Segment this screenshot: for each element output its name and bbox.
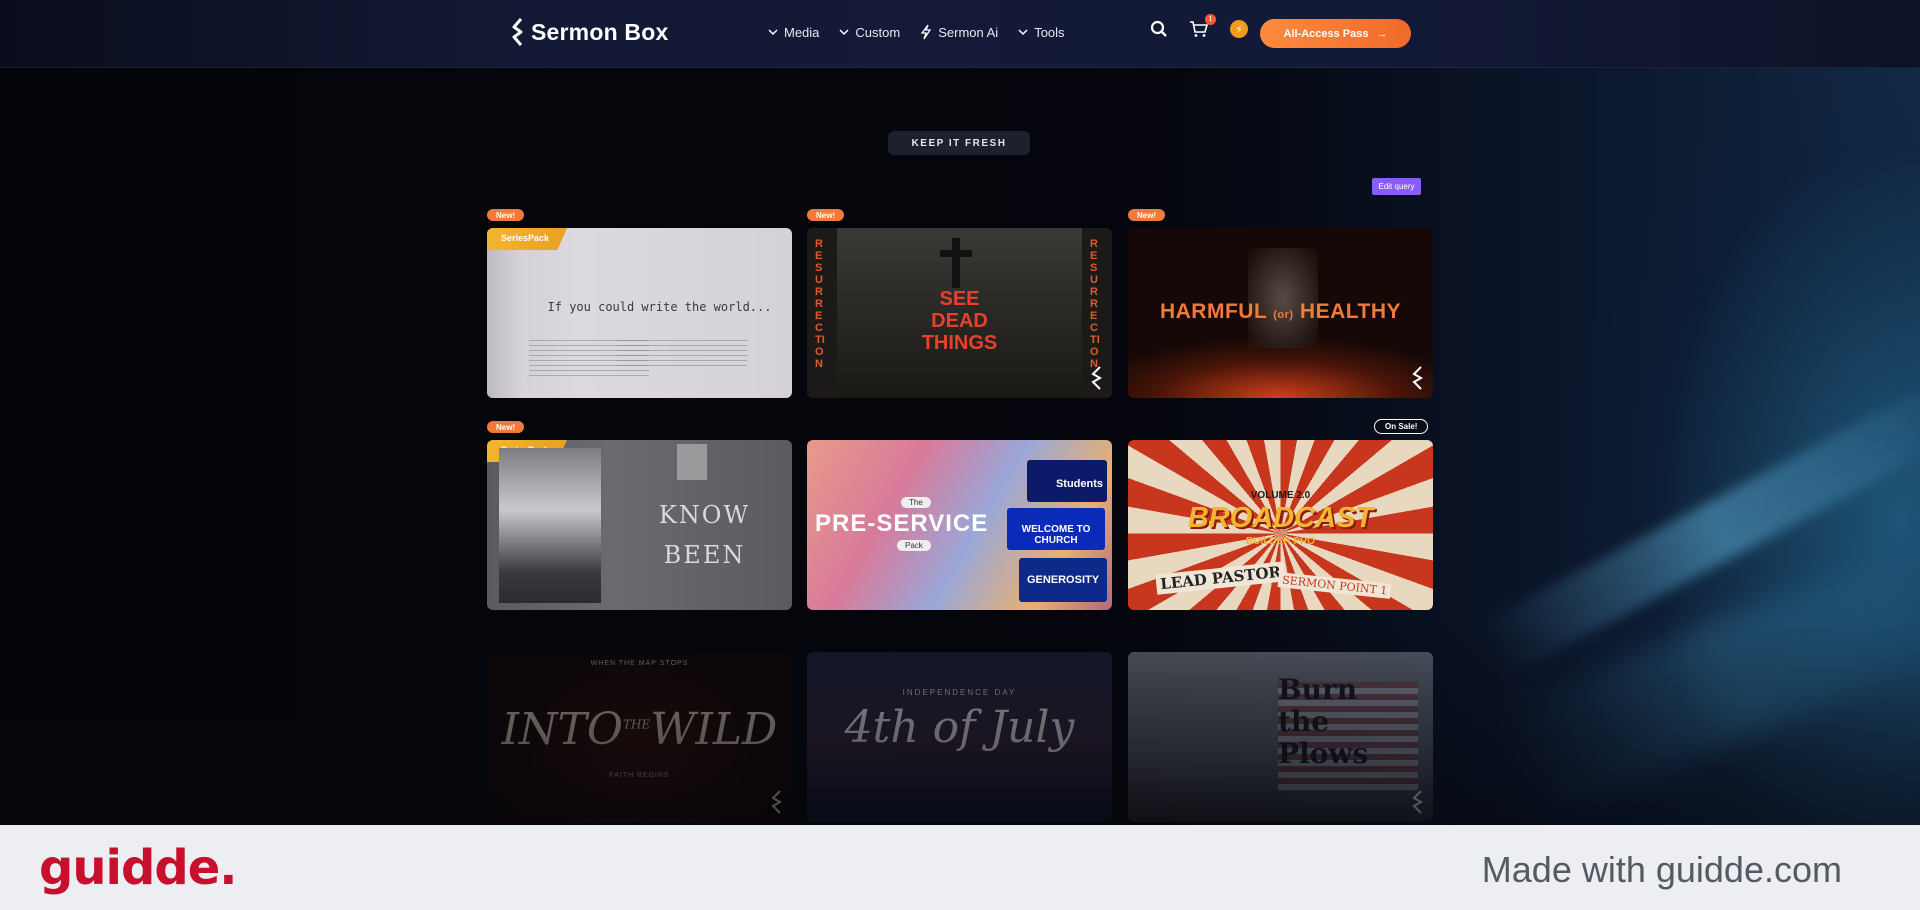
- title-line: KNOW: [658, 501, 751, 529]
- chevron-down-icon: [768, 29, 778, 36]
- card-title: INTOTHEWILD: [487, 704, 792, 755]
- lead-pastor-label: LEAD PASTOR: [1155, 561, 1286, 595]
- new-badge: New!: [807, 209, 845, 221]
- series-card[interactable]: WHEN THE MAP STOPS INTOTHEWILD FAITH BEG…: [487, 652, 792, 822]
- nav-custom[interactable]: Custom: [839, 25, 900, 40]
- all-access-pass-button[interactable]: All-Access Pass →: [1260, 19, 1411, 48]
- series-pack-label: SeriesPack: [501, 233, 550, 243]
- title-line: the: [1278, 705, 1330, 738]
- header-actions: 1 ⚡: [1148, 14, 1250, 40]
- title-small-bottom: Pack: [897, 540, 931, 551]
- title-part: HARMFUL: [1159, 300, 1267, 323]
- title-part: WILD: [650, 704, 778, 755]
- cross-icon: [952, 238, 960, 288]
- card-kicker: WHEN THE MAP STOPS: [590, 660, 689, 667]
- card-kicker: INDEPENDENCE DAY: [902, 688, 1017, 697]
- series-card[interactable]: INDEPENDENCE DAY 4th of July: [807, 652, 1112, 822]
- main-nav: Media Custom Sermon Ai Tools: [768, 24, 1065, 40]
- card-title-top: VOLUME 2.0: [1250, 490, 1311, 501]
- new-badge: New!: [487, 421, 525, 433]
- card-title: PRE-SERVICE: [815, 510, 989, 537]
- lightning-icon: [920, 24, 932, 40]
- coin-icon: ⚡: [1230, 20, 1248, 38]
- nav-sermon-ai-label: Sermon Ai: [938, 24, 999, 40]
- sermon-box-watermark-icon: [1412, 790, 1424, 814]
- title-part: INTO: [501, 704, 623, 755]
- page-background: Sermon Box Media Custom Sermon Ai Tools: [0, 0, 1920, 825]
- cart-count-badge: 1: [1205, 14, 1216, 25]
- cart-button[interactable]: 1: [1188, 14, 1216, 40]
- credits-button[interactable]: ⚡: [1228, 18, 1250, 40]
- brand-name: Sermon Box: [531, 18, 669, 45]
- series-card[interactable]: HARMFUL (or) HEALTHY: [1128, 228, 1433, 398]
- search-icon: [1150, 20, 1167, 37]
- sermon-box-watermark-icon: [1412, 366, 1424, 390]
- series-card[interactable]: SeriesPack KNOW BEEN: [487, 440, 792, 610]
- on-sale-badge: On Sale!: [1374, 419, 1429, 434]
- sermon-point-label: SERMON POINT 1: [1277, 572, 1392, 599]
- series-card[interactable]: SeriesPack If you could write the world.…: [487, 228, 792, 398]
- title-line: Plows: [1278, 737, 1369, 770]
- title-line: Burn: [1278, 673, 1358, 706]
- title-line: THINGS: [921, 332, 998, 354]
- nav-custom-label: Custom: [855, 24, 901, 40]
- card-title: If you could write the world...: [547, 300, 772, 314]
- card-title: Burn the Plows: [1278, 674, 1368, 770]
- series-card[interactable]: RESURRECTION RESURRECTION SEE DEAD THING…: [807, 228, 1112, 398]
- card-title: SEE DEAD THINGS: [807, 288, 1112, 354]
- chevron-down-icon: [1018, 29, 1028, 36]
- card-title: HARMFUL (or) HEALTHY: [1128, 300, 1433, 324]
- brand-logo[interactable]: Sermon Box: [511, 18, 668, 46]
- nav-sermon-ai[interactable]: Sermon Ai: [920, 24, 998, 40]
- title-part: HEALTHY: [1299, 300, 1402, 323]
- site-header: Sermon Box Media Custom Sermon Ai Tools: [0, 0, 1920, 68]
- title-part: (or): [1273, 309, 1294, 321]
- new-badge: New!: [1128, 209, 1166, 221]
- title-line: BEEN: [663, 541, 746, 569]
- new-badge: New!: [487, 209, 525, 221]
- paper-texture: [487, 250, 527, 398]
- nav-media-label: Media: [784, 24, 820, 40]
- title-small-top: The: [901, 497, 931, 508]
- all-access-pass-label: All-Access Pass: [1283, 27, 1369, 40]
- card-title: KNOW BEEN: [617, 495, 792, 575]
- series-card[interactable]: The PRE-SERVICE Pack Students WELCOME TO…: [807, 440, 1112, 610]
- series-card[interactable]: Burn the Plows: [1128, 652, 1433, 822]
- edit-query-button[interactable]: Edit query: [1372, 178, 1421, 195]
- card-title: 4th of July: [844, 702, 1075, 753]
- card-subtitle: BUILDER PRO: [1246, 536, 1315, 547]
- nav-tools-label: Tools: [1034, 24, 1065, 40]
- mountain-image: [499, 448, 601, 603]
- sculpture-image: [1248, 248, 1318, 348]
- sermon-box-watermark-icon: [1091, 366, 1103, 390]
- tile-generosity: GENEROSITY: [1019, 558, 1107, 602]
- text-lines-decoration: [617, 340, 747, 370]
- title-line: SEE: [939, 288, 980, 310]
- cross-bar: [940, 250, 972, 257]
- tile-welcome: WELCOME TO CHURCH: [1007, 508, 1105, 550]
- title-line: DEAD: [931, 310, 988, 332]
- arrow-right-icon: →: [1376, 27, 1388, 40]
- sermon-box-logo-icon: [512, 18, 523, 46]
- nav-media[interactable]: Media: [768, 25, 819, 40]
- nav-tools[interactable]: Tools: [1018, 24, 1065, 40]
- series-card[interactable]: VOLUME 2.0 BROADCAST BUILDER PRO LEAD PA…: [1128, 440, 1433, 610]
- card-footer-text: FAITH BEGINS: [609, 772, 670, 779]
- photo-fragment: [677, 444, 707, 480]
- guidde-logo: guidde.: [39, 840, 237, 896]
- search-button[interactable]: [1148, 18, 1170, 40]
- section-label: KEEP IT FRESH: [888, 131, 1030, 155]
- made-with-text: Made with guidde.com: [1481, 849, 1842, 890]
- title-part: THE: [622, 717, 651, 732]
- tile-students: Students: [1027, 460, 1107, 502]
- card-title: BROADCAST: [1187, 502, 1374, 534]
- sermon-box-watermark-icon: [771, 790, 783, 814]
- chevron-down-icon: [839, 29, 849, 36]
